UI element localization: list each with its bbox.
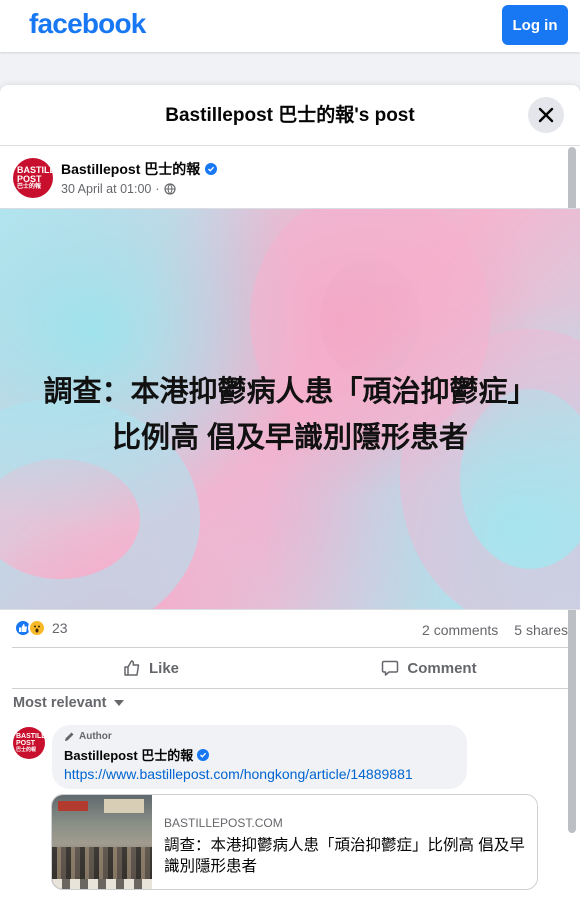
link-domain: BASTILLEPOST.COM [164, 816, 283, 830]
thumbs-up-icon [124, 660, 140, 676]
close-icon [538, 107, 554, 123]
comment-avatar[interactable]: BASTILLE POST 巴士的報 [13, 727, 51, 759]
headline-line: 調查：本港抑鬱病人患「頑治抑鬱症」 [43, 376, 537, 408]
thumb-sign [104, 799, 144, 813]
author-tag: Author [64, 731, 455, 742]
post-dialog: Bastillepost 巴士的報's post BASTILLE POST 巴… [0, 85, 580, 904]
link-thumbnail [52, 795, 152, 889]
link-title: 調查：本港抑鬱病人患「頑治抑鬱症」比例高 倡及早識別隱形患者 [164, 837, 525, 875]
comment-author[interactable]: Bastillepost 巴士的報 [64, 745, 193, 764]
engagement-counts: 2 comments 5 shares [422, 622, 568, 638]
page-name-row: Bastillepost 巴士的報 [61, 159, 218, 179]
link-preview-card[interactable]: BASTILLEPOST.COM 調查：本港抑鬱病人患「頑治抑鬱症」比例高 倡及… [51, 794, 538, 890]
avatar-logo-line: 巴士的報 [16, 747, 37, 753]
thumb-sign [58, 801, 88, 811]
caret-down-icon [114, 700, 125, 706]
author-tag-label: Author [79, 731, 112, 742]
verified-badge-icon [197, 748, 210, 761]
like-button[interactable]: Like [12, 648, 290, 688]
thumb-crosswalk [52, 879, 152, 889]
avatar-logo-line: POST [17, 173, 42, 184]
globe-icon [163, 183, 176, 195]
dialog-title: Bastillepost 巴士的報's post [165, 105, 415, 126]
reaction-count: 23 [52, 620, 68, 636]
comment-icon [382, 660, 399, 676]
action-bar: Like Comment [12, 647, 568, 689]
reactions-summary[interactable]: 23 [14, 619, 68, 637]
page-avatar[interactable]: BASTILLE POST 巴士的報 [13, 158, 53, 198]
shares-count[interactable]: 5 shares [514, 622, 568, 638]
headline-line: 比例高 倡及早識別隱形患者 [111, 422, 469, 454]
comment-author-row: Bastillepost 巴士的報 [64, 745, 455, 764]
comment-link[interactable]: https://www.bastillepost.com/hongkong/ar… [64, 766, 455, 782]
post-image[interactable]: 調查：本港抑鬱病人患「頑治抑鬱症」 比例高 倡及早識別隱形患者 [0, 208, 580, 610]
comment-bubble: Author Bastillepost 巴士的報 https://www.bas… [52, 725, 467, 789]
meta-separator: · [155, 182, 160, 196]
post-meta: 30 April at 01:00 · [61, 182, 176, 196]
image-headline: 調查：本港抑鬱病人患「頑治抑鬱症」 比例高 倡及早識別隱形患者 [0, 369, 580, 461]
top-bar: facebook Log in [0, 0, 580, 52]
close-button[interactable] [528, 97, 564, 133]
avatar-logo-line: 巴士的報 [17, 183, 42, 190]
sort-label: Most relevant [13, 695, 107, 711]
avatar-logo-line: BASTILLE [16, 733, 51, 740]
dialog-header: Bastillepost 巴士的報's post [0, 85, 580, 146]
facebook-logo[interactable]: facebook [29, 8, 146, 40]
comment-sort-dropdown[interactable]: Most relevant [13, 695, 125, 711]
login-button[interactable]: Log in [502, 5, 568, 45]
comment-button[interactable]: Comment [290, 648, 568, 688]
comment-label: Comment [407, 659, 477, 677]
page-name[interactable]: Bastillepost 巴士的報 [61, 159, 200, 179]
avatar-logo-line: POST [16, 740, 36, 747]
verified-badge-icon [205, 163, 218, 175]
like-label: Like [148, 659, 179, 677]
pencil-icon [65, 732, 74, 741]
comments-count[interactable]: 2 comments [422, 622, 498, 638]
post-date[interactable]: 30 April at 01:00 [61, 182, 151, 196]
wow-reaction-icon [28, 619, 46, 637]
